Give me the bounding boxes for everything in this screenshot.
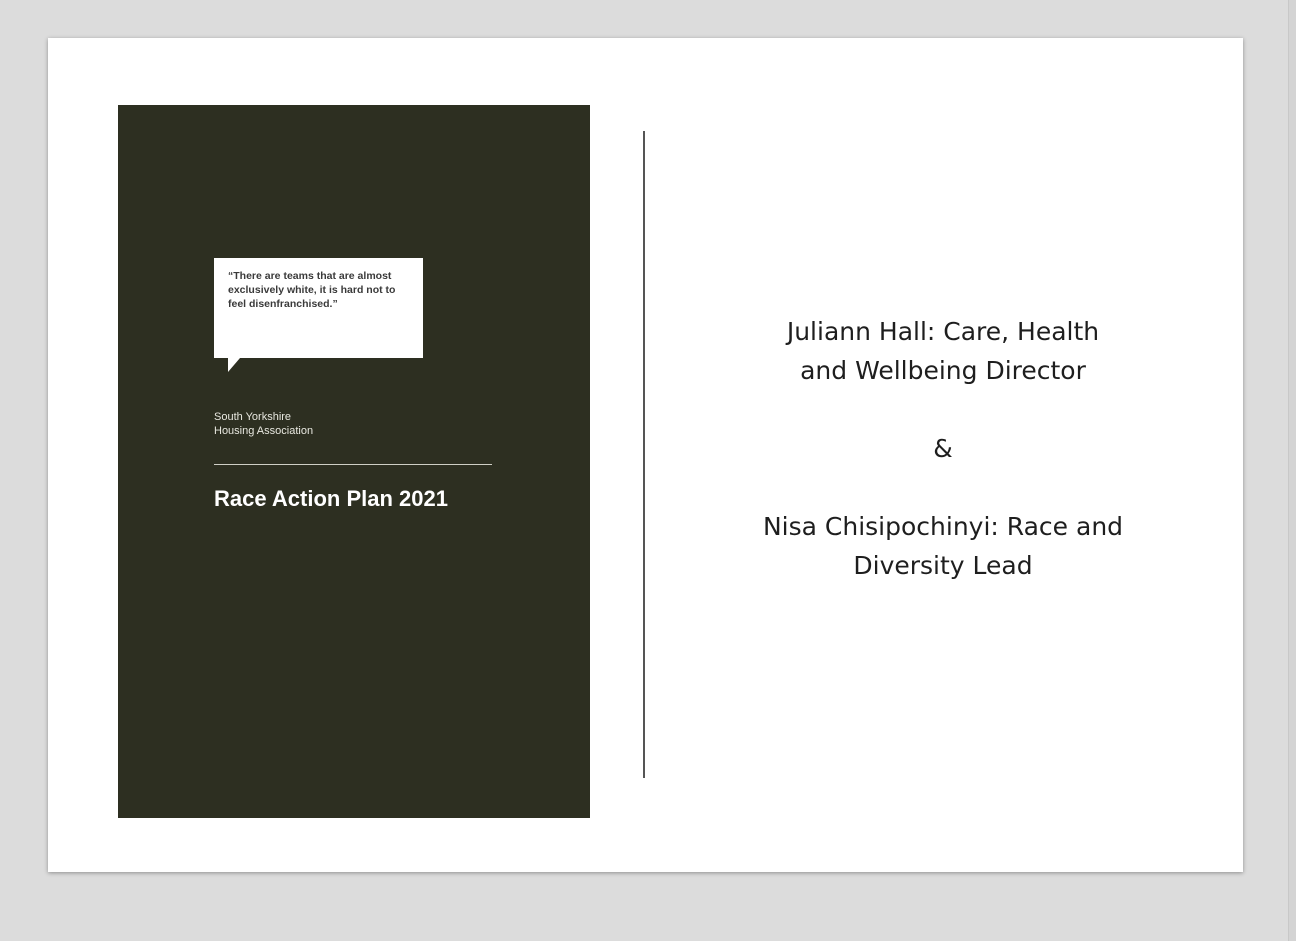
presenter-1-line-2: and Wellbeing Director: [800, 356, 1086, 385]
organisation-name: South Yorkshire Housing Association: [214, 410, 394, 438]
cover-quote: “There are teams that are almost exclusi…: [228, 270, 396, 310]
cover-divider-rule: [214, 464, 492, 465]
speech-bubble: “There are teams that are almost exclusi…: [214, 258, 423, 372]
presenter-2-line-2: Diversity Lead: [853, 551, 1033, 580]
organisation-name-line-2: Housing Association: [214, 425, 314, 437]
vertical-divider: [643, 131, 645, 778]
presenter-separator: &: [933, 434, 953, 463]
scrollbar-track[interactable]: [1288, 0, 1296, 941]
presentation-viewer: “There are teams that are almost exclusi…: [0, 0, 1296, 941]
cover-title: Race Action Plan 2021: [214, 486, 448, 511]
presenter-2-line-1: Nisa Chisipochinyi: Race and: [762, 512, 1124, 541]
report-cover-image: “There are teams that are almost exclusi…: [118, 105, 590, 818]
organisation-name-line-1: South Yorkshire: [214, 411, 292, 423]
slide: “There are teams that are almost exclusi…: [48, 38, 1243, 872]
presenter-credits: Juliann Hall: Care, Health and Wellbeing…: [708, 312, 1178, 585]
presenter-1-line-1: Juliann Hall: Care, Health: [786, 317, 1100, 346]
